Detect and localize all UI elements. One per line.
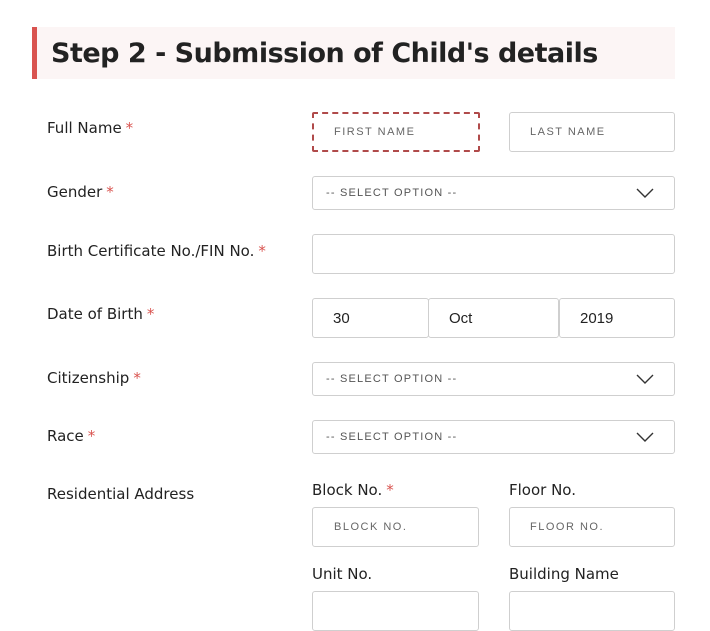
chevron-down-icon: [636, 374, 654, 384]
first-name-placeholder: FIRST NAME: [334, 126, 416, 138]
first-name-input[interactable]: FIRST NAME: [312, 112, 480, 152]
building-name-input[interactable]: [509, 591, 675, 631]
citizenship-selected-value: -- SELECT OPTION --: [326, 373, 458, 385]
birth-cert-label: Birth Certificate No./FIN No. *: [47, 242, 266, 260]
citizenship-label: Citizenship *: [47, 369, 141, 387]
chevron-down-icon: [636, 432, 654, 442]
floor-no-label: Floor No.: [509, 481, 576, 499]
last-name-placeholder: LAST NAME: [530, 126, 606, 138]
dob-month-input[interactable]: Oct: [428, 298, 559, 338]
full-name-label: Full Name *: [47, 119, 134, 137]
chevron-down-icon: [636, 188, 654, 198]
required-mark: *: [386, 481, 394, 499]
gender-select[interactable]: -- SELECT OPTION --: [312, 176, 675, 210]
block-no-placeholder: BLOCK NO.: [334, 521, 408, 533]
race-selected-value: -- SELECT OPTION --: [326, 431, 458, 443]
dob-day-value: 30: [333, 309, 350, 327]
required-mark: *: [125, 119, 134, 137]
gender-selected-value: -- SELECT OPTION --: [326, 187, 458, 199]
block-no-label: Block No. *: [312, 481, 394, 499]
required-mark: *: [106, 183, 114, 201]
birth-cert-input[interactable]: [312, 234, 675, 274]
unit-no-input[interactable]: [312, 591, 479, 631]
building-name-label: Building Name: [509, 565, 619, 583]
step-header: Step 2 - Submission of Child's details: [32, 27, 675, 79]
dob-year-input[interactable]: 2019: [559, 298, 675, 338]
race-select[interactable]: -- SELECT OPTION --: [312, 420, 675, 454]
citizenship-select[interactable]: -- SELECT OPTION --: [312, 362, 675, 396]
accent-bar: [32, 27, 37, 79]
dob-year-value: 2019: [580, 309, 614, 327]
last-name-input[interactable]: LAST NAME: [509, 112, 675, 152]
required-mark: *: [87, 427, 96, 445]
dob-month-value: Oct: [449, 309, 473, 327]
page-title: Step 2 - Submission of Child's details: [51, 38, 598, 69]
dob-label: Date of Birth *: [47, 305, 155, 323]
gender-label: Gender *: [47, 183, 114, 201]
required-mark: *: [146, 305, 155, 323]
dob-day-input[interactable]: 30: [312, 298, 429, 338]
floor-no-placeholder: FLOOR NO.: [530, 521, 605, 533]
floor-no-input[interactable]: FLOOR NO.: [509, 507, 675, 547]
required-mark: *: [133, 369, 141, 387]
residential-address-label: Residential Address: [47, 485, 195, 503]
unit-no-label: Unit No.: [312, 565, 373, 583]
race-label: Race *: [47, 427, 96, 445]
block-no-input[interactable]: BLOCK NO.: [312, 507, 479, 547]
required-mark: *: [258, 242, 266, 260]
